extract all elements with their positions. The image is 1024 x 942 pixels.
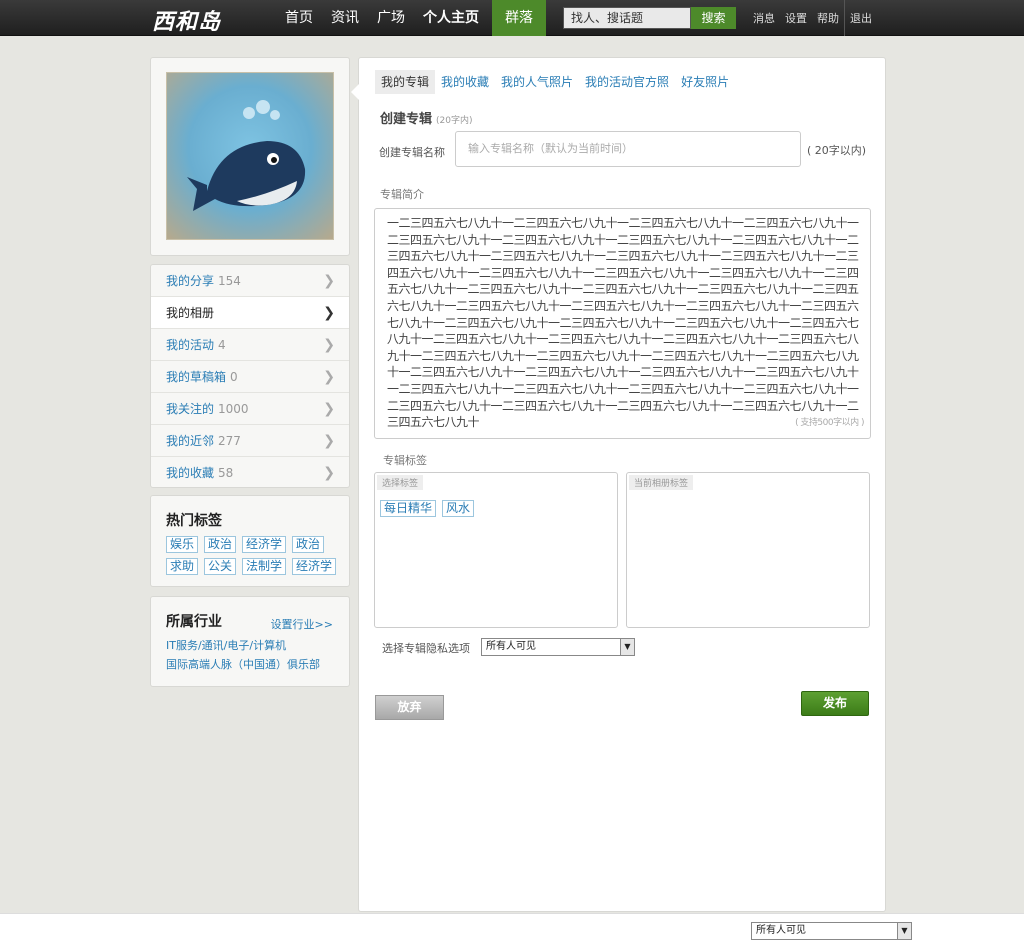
industry-link[interactable]: 国际高端人脉（中国通）俱乐部	[166, 656, 320, 672]
logout-link[interactable]: 退出	[844, 0, 877, 36]
chevron-right-icon: ❯	[323, 465, 335, 481]
publish-button[interactable]: 发布	[801, 691, 869, 716]
sidebar-item-label: 我的收藏	[166, 466, 215, 480]
hot-tag[interactable]: 政治	[292, 536, 325, 553]
section-title: 创建专辑 (20字内)	[380, 108, 473, 127]
panel-pointer	[351, 84, 359, 100]
album-name-label: 创建专辑名称	[379, 146, 445, 159]
hot-tags-row: 求助 公关 法制学 经济学	[166, 558, 337, 575]
hot-tags-row: 娱乐 政治 经济学 政治	[166, 536, 325, 553]
album-description-limit: ( 支持500字以内 )	[795, 418, 864, 429]
sidebar-item-label: 我的相册	[166, 306, 215, 320]
nav-profile[interactable]: 个人主页	[414, 0, 488, 36]
whale-icon	[187, 100, 306, 211]
current-tags-box: 当前相册标签	[626, 472, 870, 628]
industry-link[interactable]: IT服务/通讯/电子/计算机	[166, 637, 286, 653]
tab-friend-photos[interactable]: 好友照片	[675, 70, 735, 94]
select-tags-box: 选择标签 每日精华 风水	[374, 472, 618, 628]
sidebar-item-count: 277	[218, 434, 241, 448]
sidebar-item-albums[interactable]: 我的相册 ❯	[151, 297, 349, 329]
hot-tag[interactable]: 政治	[204, 536, 237, 553]
cancel-button[interactable]: 放弃	[375, 695, 444, 720]
nav-home[interactable]: 首页	[276, 0, 322, 36]
sidebar-item-count: 0	[230, 370, 238, 384]
tab-my-albums[interactable]: 我的专辑	[375, 70, 436, 94]
chevron-right-icon: ❯	[323, 337, 335, 353]
hot-tag[interactable]: 经济学	[292, 558, 337, 575]
chevron-right-icon: ❯	[323, 433, 335, 449]
sidebar-item-count: 154	[218, 274, 241, 288]
top-navigation-bar: 西和岛 首页 资讯 广场 个人主页 群落 找人、搜话题 搜索 消息 设置 帮助 …	[0, 0, 1024, 36]
tab-activity-photos[interactable]: 我的活动官方照	[579, 70, 675, 94]
sidebar-item-label: 我的分享	[166, 274, 215, 288]
sidebar-item-drafts[interactable]: 我的草稿箱 0 ❯	[151, 361, 349, 393]
nav-groups[interactable]: 群落	[492, 0, 546, 36]
hot-tag[interactable]: 公关	[204, 558, 237, 575]
hot-tag[interactable]: 求助	[166, 558, 199, 575]
sidebar-item-activities[interactable]: 我的活动 4 ❯	[151, 329, 349, 361]
hot-tag[interactable]: 经济学	[242, 536, 287, 553]
messages-link[interactable]: 消息	[748, 0, 780, 36]
footer-privacy-select[interactable]: 所有人可见 ▼	[751, 922, 912, 940]
privacy-select[interactable]: 所有人可见 ▼	[481, 638, 635, 656]
selectable-tag[interactable]: 风水	[442, 500, 475, 517]
sidebar-item-label: 我关注的	[166, 402, 215, 416]
album-description-textarea[interactable]: 一二三四五六七八九十一二三四五六七八九十一二三四五六七八九十一二三四五六七八九十…	[374, 208, 871, 439]
select-tags-header: 选择标签	[377, 475, 424, 490]
main-nav: 首页 资讯 广场 个人主页 群落	[276, 0, 546, 36]
selectable-tags: 每日精华 风水	[380, 500, 475, 517]
album-description-text: 一二三四五六七八九十一二三四五六七八九十一二三四五六七八九十一二三四五六七八九十…	[387, 216, 859, 430]
help-link[interactable]: 帮助	[812, 0, 844, 36]
sidebar-menu: 我的分享 154 ❯ 我的相册 ❯ 我的活动 4 ❯ 我的草稿箱 0 ❯ 我关注的 10…	[150, 264, 350, 488]
chevron-right-icon: ❯	[323, 273, 335, 289]
sidebar-item-favorites[interactable]: 我的收藏 58 ❯	[151, 457, 349, 489]
sidebar-item-count: 4	[218, 338, 226, 352]
sidebar-item-label: 我的草稿箱	[166, 370, 227, 384]
hot-tags-card: 热门标签 娱乐 政治 经济学 政治 求助 公关 法制学 经济学	[150, 495, 350, 587]
sidebar-item-label: 我的近邻	[166, 434, 215, 448]
industry-title: 所属行业	[166, 614, 222, 630]
nav-square[interactable]: 广场	[368, 0, 414, 36]
footer-bar: 所有人可见 ▼	[0, 913, 1024, 942]
dropdown-arrow-icon: ▼	[620, 639, 634, 655]
search-input[interactable]: 找人、搜话题	[563, 7, 691, 29]
avatar-card	[150, 57, 350, 256]
section-title-text: 创建专辑	[380, 112, 433, 127]
sidebar-item-shares[interactable]: 我的分享 154 ❯	[151, 265, 349, 297]
search-button[interactable]: 搜索	[691, 7, 736, 29]
chevron-right-icon: ❯	[323, 369, 335, 385]
hot-tag[interactable]: 法制学	[242, 558, 287, 575]
chevron-right-icon: ❯	[323, 305, 335, 321]
sidebar-item-count: 1000	[218, 402, 249, 416]
chevron-right-icon: ❯	[323, 401, 335, 417]
avatar[interactable]	[166, 72, 334, 240]
privacy-label: 选择专辑隐私选项	[382, 642, 470, 655]
tab-popular-photos[interactable]: 我的人气照片	[495, 70, 579, 94]
user-links: 消息 设置 帮助 退出	[748, 0, 877, 36]
sidebar-item-neighbors[interactable]: 我的近邻 277 ❯	[151, 425, 349, 457]
sidebar-item-following[interactable]: 我关注的 1000 ❯	[151, 393, 349, 425]
current-tags-header: 当前相册标签	[629, 475, 694, 490]
album-name-input[interactable]: 输入专辑名称（默认为当前时间）	[455, 131, 801, 167]
hot-tag[interactable]: 娱乐	[166, 536, 199, 553]
selectable-tag[interactable]: 每日精华	[380, 500, 437, 517]
album-name-limit: ( 20字以内)	[807, 144, 867, 157]
sidebar-item-count: 58	[218, 466, 234, 480]
nav-news[interactable]: 资讯	[322, 0, 368, 36]
create-album-panel: 我的专辑 我的收藏 我的人气照片 我的活动官方照 好友照片 创建专辑 (20字内)…	[351, 57, 886, 912]
album-description-label: 专辑简介	[380, 188, 424, 201]
dropdown-arrow-icon: ▼	[897, 923, 911, 939]
section-hint: (20字内)	[436, 116, 473, 126]
site-logo[interactable]: 西和岛	[152, 4, 221, 36]
settings-link[interactable]: 设置	[780, 0, 812, 36]
set-industry-link[interactable]: 设置行业>>	[271, 616, 333, 632]
footer-select-value: 所有人可见	[756, 925, 806, 936]
album-tabs: 我的专辑 我的收藏 我的人气照片 我的活动官方照 好友照片	[375, 70, 735, 94]
sidebar-item-label: 我的活动	[166, 338, 215, 352]
industry-card: 所属行业 设置行业>> IT服务/通讯/电子/计算机 国际高端人脉（中国通）俱乐…	[150, 596, 350, 687]
tab-my-favorites[interactable]: 我的收藏	[435, 70, 495, 94]
privacy-select-value: 所有人可见	[486, 641, 536, 652]
album-tags-label: 专辑标签	[383, 454, 427, 467]
hot-tags-title: 热门标签	[166, 513, 222, 529]
